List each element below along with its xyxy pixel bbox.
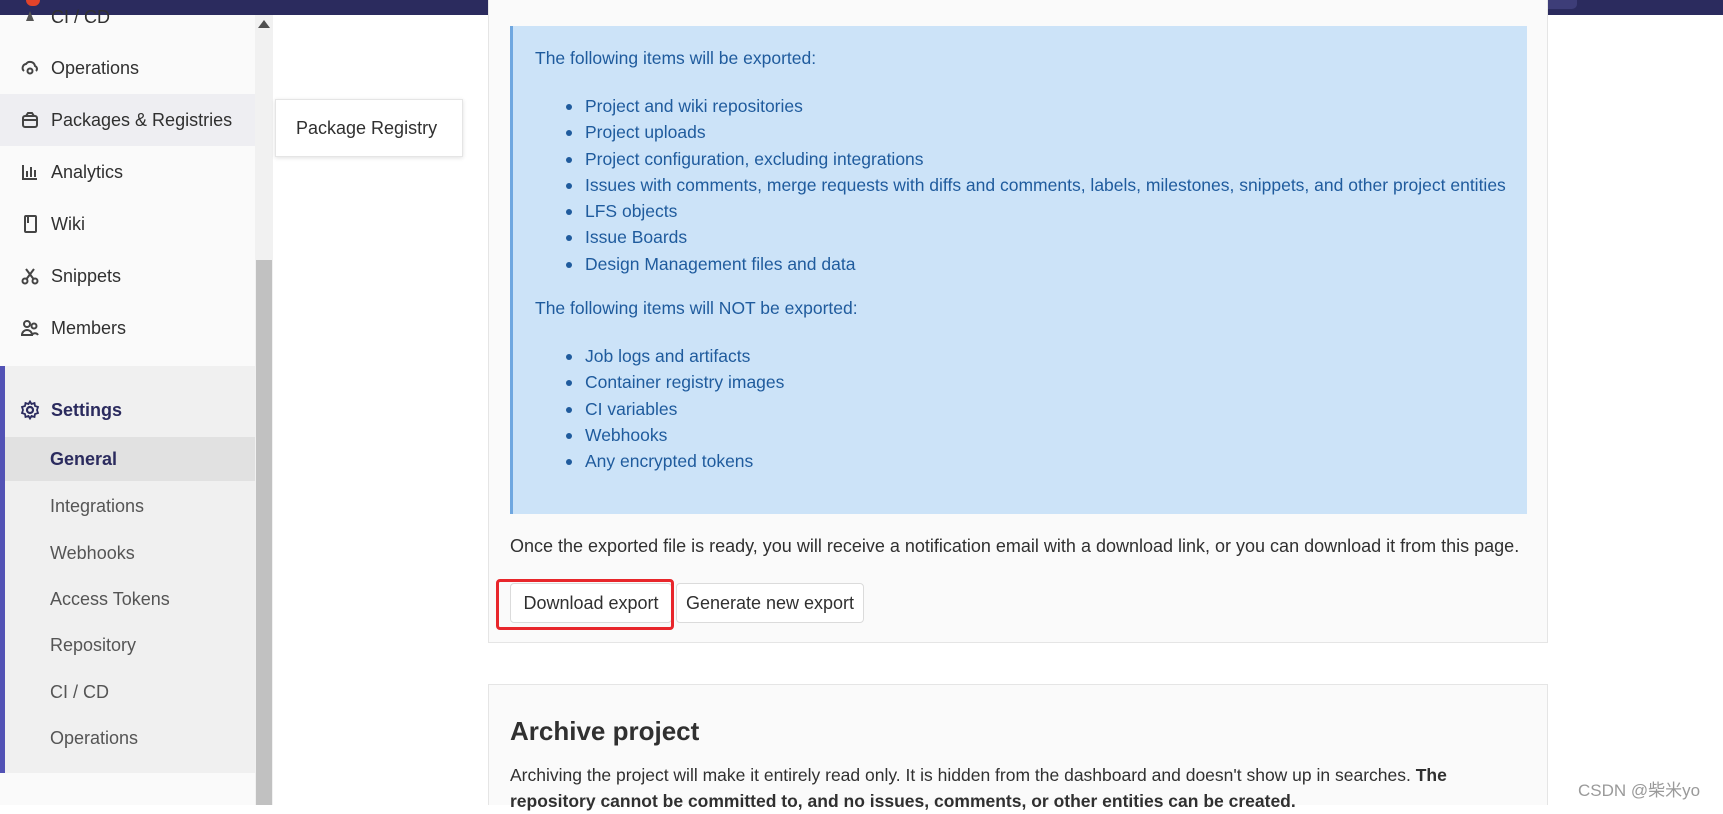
sidebar-item-members[interactable]: Members xyxy=(0,302,255,354)
sidebar-item-label: Snippets xyxy=(51,265,122,286)
sidebar-item-operations[interactable]: Operations xyxy=(0,42,255,94)
generate-new-export-button[interactable]: Generate new export xyxy=(676,583,864,623)
list-item: Any encrypted tokens xyxy=(565,448,784,474)
settings-subitem-repository[interactable]: Repository xyxy=(5,623,255,667)
rocket-icon xyxy=(19,6,41,28)
chart-icon xyxy=(19,161,41,183)
export-notice-text: Once the exported file is ready, you wil… xyxy=(510,536,1520,556)
settings-subitem-operations[interactable]: Operations xyxy=(5,716,255,760)
excluded-list: Job logs and artifacts Container registr… xyxy=(535,343,784,474)
sidebar-scrollbar-thumb[interactable] xyxy=(256,260,272,805)
cloud-gear-icon xyxy=(19,57,41,79)
archive-title: Archive project xyxy=(510,716,700,746)
archive-description-text: Archiving the project will make it entir… xyxy=(510,765,1416,785)
list-item: Issues with comments, merge requests wit… xyxy=(566,172,1506,198)
list-item: Project uploads xyxy=(566,119,1506,145)
watermark-text: CSDN @柴米yo xyxy=(1578,781,1701,800)
sidebar-item-analytics[interactable]: Analytics xyxy=(0,146,255,198)
flyout-label: Package Registry xyxy=(296,117,438,138)
list-item: Container registry images xyxy=(565,369,784,395)
export-info-box: The following items will be exported: Pr… xyxy=(510,26,1527,514)
archive-description: Archiving the project will make it entir… xyxy=(510,762,1520,814)
settings-subitem-cicd[interactable]: CI / CD xyxy=(5,670,255,714)
sidebar-item-wiki[interactable]: Wiki xyxy=(0,198,255,250)
list-item: Project and wiki repositories xyxy=(566,93,1506,119)
settings-subitem-webhooks[interactable]: Webhooks xyxy=(5,531,255,575)
list-item: LFS objects xyxy=(566,198,1506,224)
book-icon xyxy=(19,213,41,235)
sidebar-item-label: Packages & Registries xyxy=(51,109,233,130)
highlight-annotation-box xyxy=(496,579,674,630)
sidebar-item-settings[interactable]: Settings xyxy=(5,384,255,436)
packages-flyout-item-package-registry[interactable]: Package Registry xyxy=(275,99,463,157)
settings-subitem-access-tokens[interactable]: Access Tokens xyxy=(5,577,255,621)
sidebar-item-packages-registries[interactable]: Packages & Registries xyxy=(0,94,255,146)
settings-subitem-integrations[interactable]: Integrations xyxy=(5,484,255,528)
list-item: CI variables xyxy=(565,396,784,422)
excluded-heading: The following items will NOT be exported… xyxy=(535,298,858,318)
list-item: Project configuration, excluding integra… xyxy=(566,146,1506,172)
sidebar-item-label: Settings xyxy=(51,399,123,420)
sidebar-item-label: Analytics xyxy=(51,161,124,182)
sidebar-item-cicd[interactable]: CI / CD xyxy=(0,0,255,43)
scissors-icon xyxy=(19,265,41,287)
scroll-up-arrow-icon[interactable] xyxy=(258,20,270,28)
sidebar-item-label: CI / CD xyxy=(51,6,111,27)
settings-subitem-general[interactable]: General xyxy=(5,437,255,481)
users-icon xyxy=(19,317,41,339)
included-heading: The following items will be exported: xyxy=(535,48,817,68)
gear-icon xyxy=(19,399,41,421)
list-item: Job logs and artifacts xyxy=(565,343,784,369)
list-item: Issue Boards xyxy=(566,224,1506,250)
package-icon xyxy=(19,109,41,131)
sidebar-item-snippets[interactable]: Snippets xyxy=(0,250,255,302)
included-list: Project and wiki repositories Project up… xyxy=(535,93,1506,277)
sidebar-item-label: Operations xyxy=(51,57,140,78)
sidebar-item-label: Members xyxy=(51,317,127,338)
sidebar-item-label: Wiki xyxy=(51,213,85,234)
list-item: Design Management files and data xyxy=(566,251,1506,277)
list-item: Webhooks xyxy=(565,422,784,448)
